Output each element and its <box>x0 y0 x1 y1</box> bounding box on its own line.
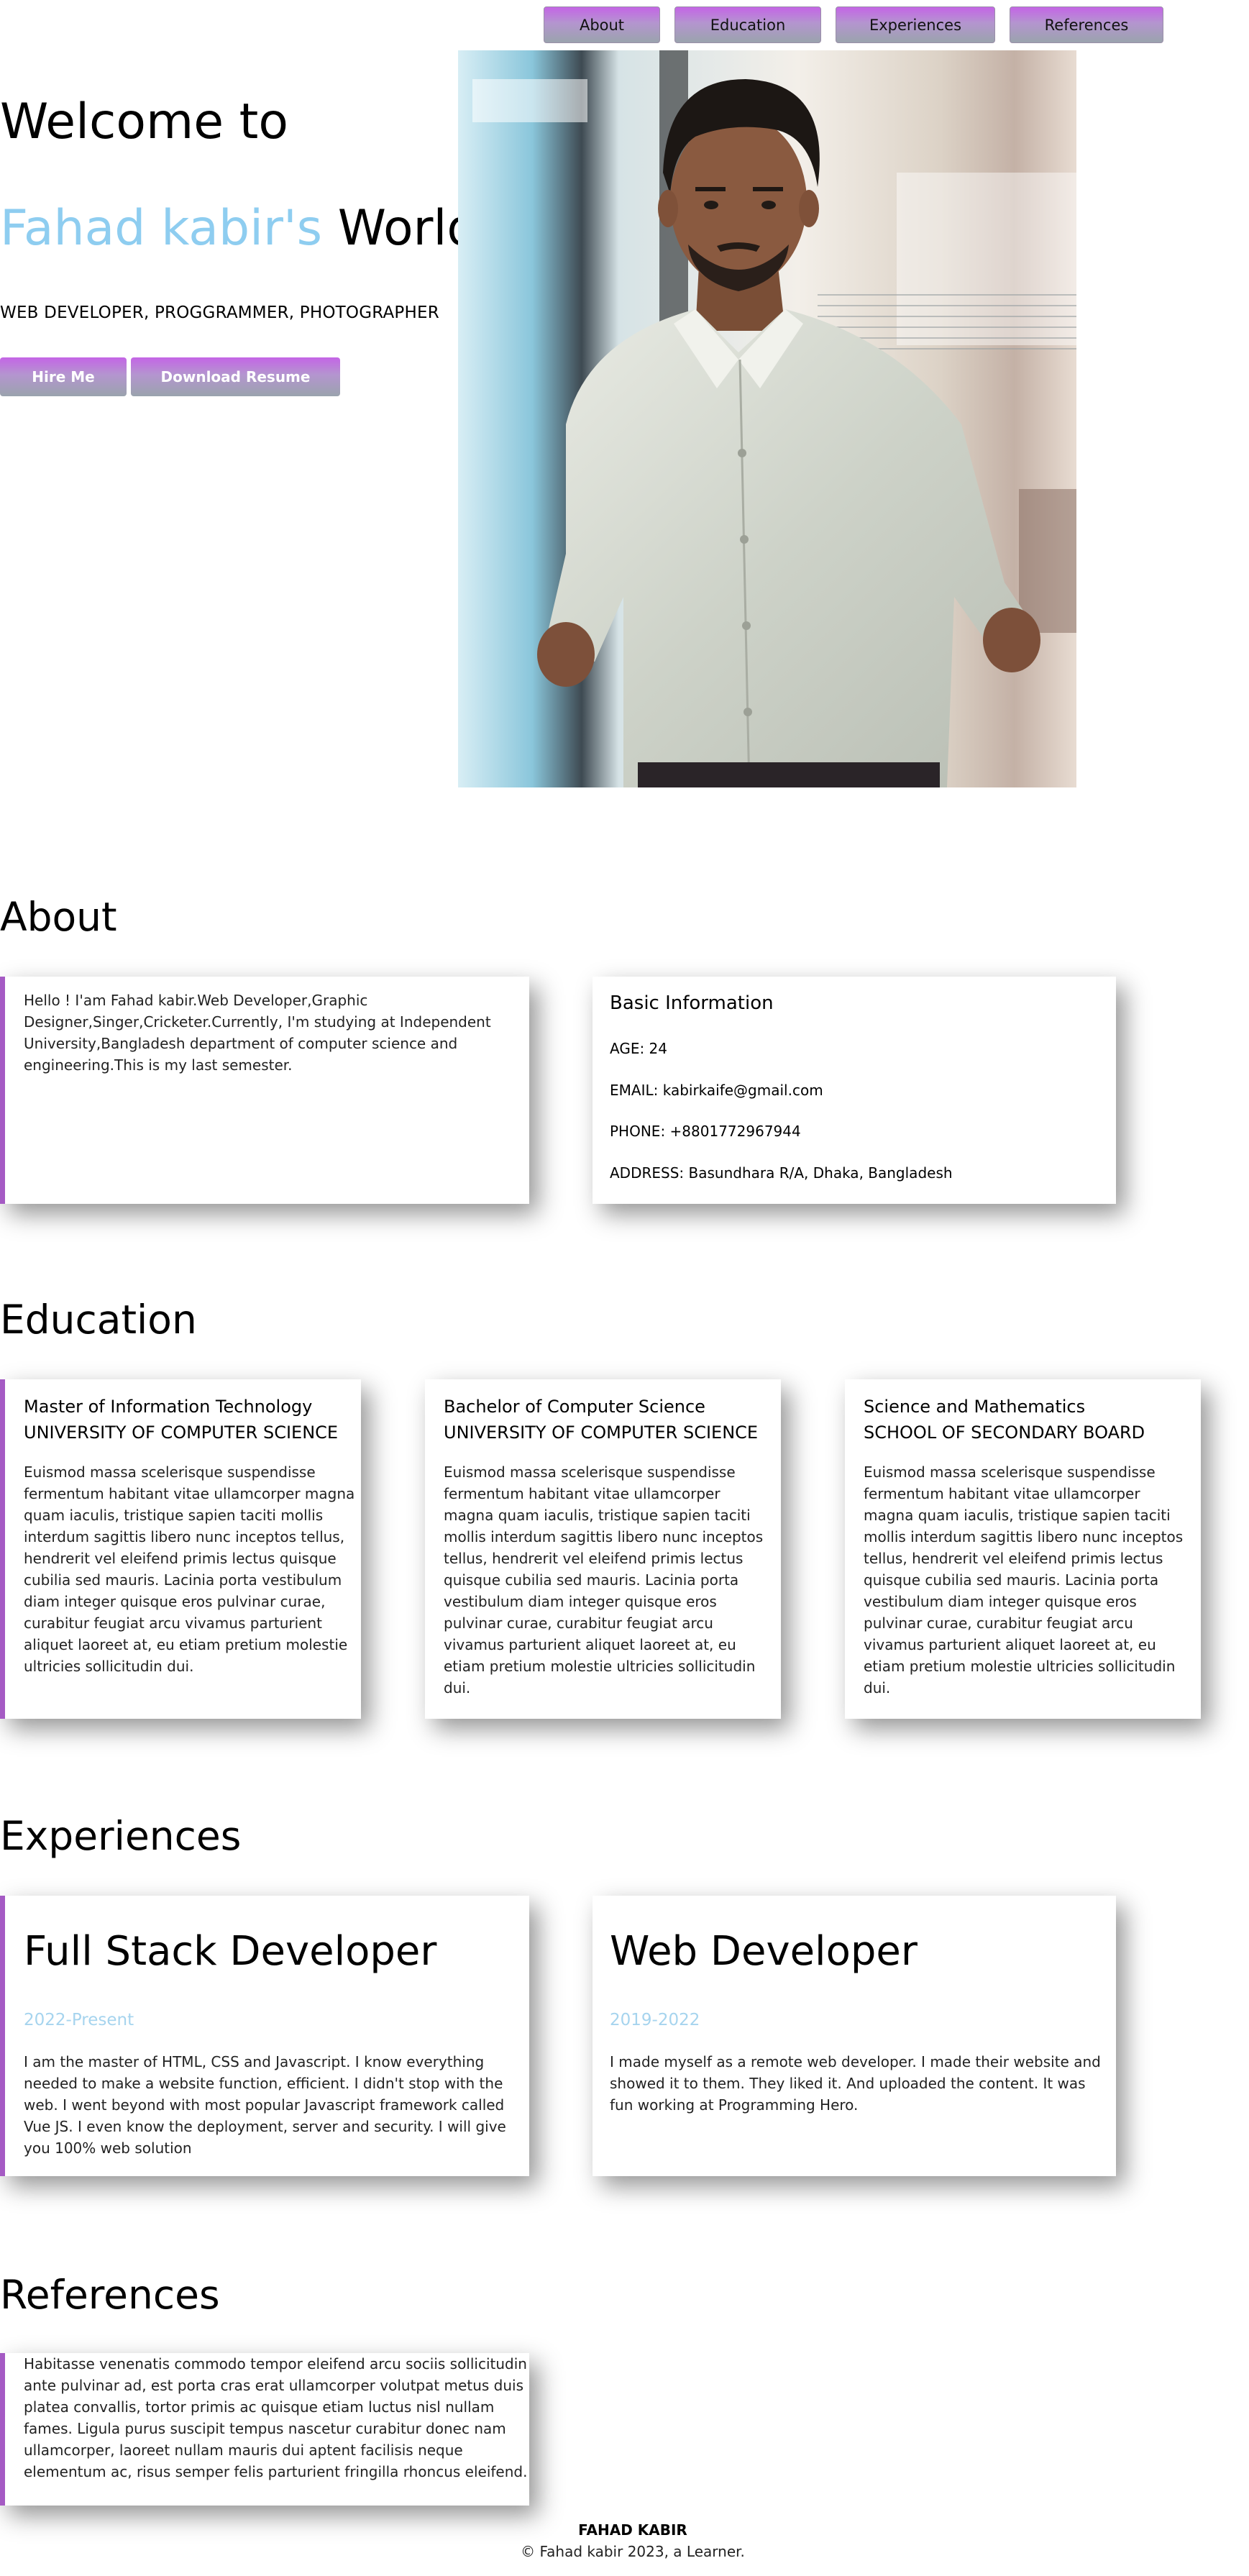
nav-about-button[interactable]: About <box>544 6 660 43</box>
hero-world-text: World <box>337 200 478 257</box>
education-degree: Science and Mathematics <box>864 1397 1086 1417</box>
basic-info-title: Basic Information <box>610 992 774 1014</box>
hero-name-heading: Fahad kabir's World <box>0 204 478 253</box>
education-card: Bachelor of Computer Science UNIVERSITY … <box>425 1379 781 1719</box>
basic-info-card: Basic Information AGE: 24 EMAIL: kabirka… <box>593 977 1116 1204</box>
reference-card: Habitasse venenatis commodo tempor eleif… <box>0 2353 529 2506</box>
hero-welcome-heading: Welcome to <box>0 93 288 150</box>
email-text: EMAIL: kabirkaife@gmail.com <box>610 1082 823 1099</box>
experience-card: Full Stack Developer 2022-Present I am t… <box>0 1896 529 2176</box>
experiences-heading: Experiences <box>0 1813 242 1859</box>
profile-photo <box>458 50 1076 787</box>
references-heading: References <box>0 2272 220 2318</box>
experience-card: Web Developer 2019-2022 I made myself as… <box>593 1896 1116 2176</box>
experience-role: Full Stack Developer <box>24 1928 437 1975</box>
education-degree: Master of Information Technology <box>24 1397 313 1417</box>
experience-period: 2022-Present <box>24 2011 134 2029</box>
download-resume-button[interactable]: Download Resume <box>131 357 340 396</box>
education-degree: Bachelor of Computer Science <box>444 1397 705 1417</box>
about-heading: About <box>0 894 117 940</box>
experience-description: I made myself as a remote web developer.… <box>610 2053 1101 2114</box>
experience-period: 2019-2022 <box>610 2011 700 2029</box>
profile-photo-illustration <box>458 50 1076 787</box>
education-card: Master of Information Technology UNIVERS… <box>0 1379 361 1719</box>
about-intro-card: Hello ! I'am Fahad kabir.Web Developer,G… <box>0 977 529 1204</box>
education-card: Science and Mathematics SCHOOL OF SECOND… <box>845 1379 1201 1719</box>
education-school: UNIVERSITY OF COMPUTER SCIENCE <box>24 1422 339 1443</box>
education-description: Euismod massa scelerisque suspendisse fe… <box>864 1463 1184 1696</box>
education-description: Euismod massa scelerisque suspendisse fe… <box>444 1463 764 1696</box>
education-school: UNIVERSITY OF COMPUTER SCIENCE <box>444 1422 759 1443</box>
education-heading: Education <box>0 1297 197 1343</box>
nav-education-button[interactable]: Education <box>674 6 821 43</box>
phone-text: PHONE: +8801772967944 <box>610 1123 801 1140</box>
hire-me-button[interactable]: Hire Me <box>0 357 127 396</box>
reference-text: Habitasse venenatis commodo tempor eleif… <box>24 2355 528 2480</box>
footer-copyright: © Fahad kabir 2023, a Learner. <box>521 2543 745 2560</box>
address-text: ADDRESS: Basundhara R/A, Dhaka, Banglade… <box>610 1164 953 1182</box>
education-school: SCHOOL OF SECONDARY BOARD <box>864 1422 1145 1443</box>
hero-tagline: WEB DEVELOPER, PROGGRAMMER, PHOTOGRAPHER <box>0 303 439 322</box>
education-description: Euismod massa scelerisque suspendisse fe… <box>24 1463 355 1675</box>
about-intro-text: Hello ! I'am Fahad kabir.Web Developer,G… <box>24 992 491 1074</box>
experience-role: Web Developer <box>610 1928 918 1975</box>
experience-description: I am the master of HTML, CSS and Javascr… <box>24 2053 506 2157</box>
age-text: AGE: 24 <box>610 1040 668 1057</box>
footer-name: FAHAD KABIR <box>578 2521 687 2539</box>
hero-name-highlight: Fahad kabir's <box>0 200 323 257</box>
nav-experiences-button[interactable]: Experiences <box>836 6 995 43</box>
nav-references-button[interactable]: References <box>1010 6 1163 43</box>
